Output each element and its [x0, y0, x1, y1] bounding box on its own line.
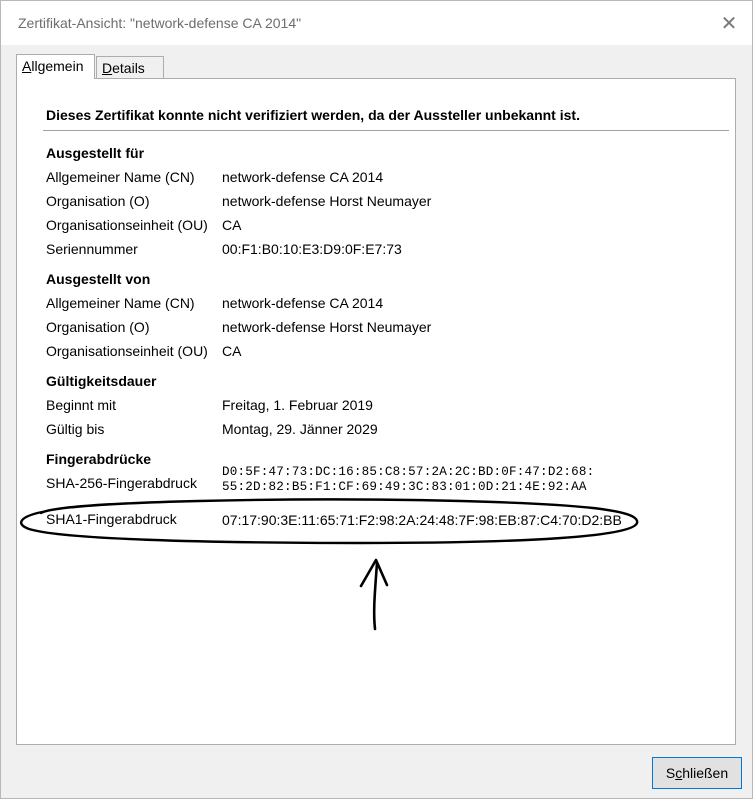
tab-details-accesskey: D	[102, 60, 113, 76]
issued-by-ou-label: Organisationseinheit (OU)	[46, 343, 208, 359]
close-button-label-rest: hließen	[682, 765, 729, 781]
sha1-label: SHA1-Fingerabdruck	[46, 511, 177, 527]
issued-by-heading: Ausgestellt von	[46, 271, 151, 287]
issued-by-o-value: network-defense Horst Neumayer	[222, 319, 432, 335]
general-tab-panel: Dieses Zertifikat konnte nicht verifizie…	[16, 78, 736, 745]
issued-to-ou-value: CA	[222, 217, 242, 233]
tab-details-label: etails	[112, 60, 145, 76]
issued-to-cn-label: Allgemeiner Name (CN)	[46, 169, 195, 185]
serial-number-label: Seriennummer	[46, 241, 138, 257]
issued-by-ou-value: CA	[222, 343, 242, 359]
sha1-value: 07:17:90:3E:11:65:71:F2:98:2A:24:48:7F:9…	[222, 512, 622, 528]
certificate-details: Dieses Zertifikat konnte nicht verifizie…	[17, 79, 737, 746]
tab-allgemein[interactable]: Allgemein	[16, 54, 95, 79]
close-button-accesskey: c	[675, 765, 683, 781]
valid-until-label: Gültig bis	[46, 421, 105, 437]
close-dialog-button[interactable]: Sc hließen	[652, 757, 742, 789]
sha256-label: SHA-256-Fingerabdruck	[46, 475, 197, 491]
window-close-button[interactable]: ✕	[706, 1, 752, 45]
serial-number-value: 00:F1:B0:10:E3:D9:0F:E7:73	[222, 241, 402, 257]
valid-from-value: Freitag, 1. Februar 2019	[222, 397, 373, 413]
issued-to-heading: Ausgestellt für	[46, 145, 145, 161]
sha256-value-line1: D0:5F:47:73:DC:16:85:C8:57:2A:2C:BD:0F:4…	[222, 465, 595, 479]
issued-by-cn-value: network-defense CA 2014	[222, 295, 384, 311]
issued-to-ou-label: Organisationseinheit (OU)	[46, 217, 208, 233]
sha256-value-line2: 55:2D:82:B5:F1:CF:69:49:3C:83:01:0D:21:4…	[222, 480, 587, 494]
issued-by-o-label: Organisation (O)	[46, 319, 150, 335]
verification-warning: Dieses Zertifikat konnte nicht verifizie…	[46, 107, 580, 123]
tab-allgemein-label: llgemein	[31, 58, 84, 74]
issued-to-cn-value: network-defense CA 2014	[222, 169, 384, 185]
divider	[43, 130, 729, 131]
window-title: Zertifikat-Ansicht: "network-defense CA …	[18, 15, 302, 31]
certificate-viewer-window: Zertifikat-Ansicht: "network-defense CA …	[0, 0, 753, 799]
valid-from-label: Beginnt mit	[46, 397, 117, 413]
valid-until-value: Montag, 29. Jänner 2029	[222, 421, 378, 437]
issued-to-o-label: Organisation (O)	[46, 193, 150, 209]
close-icon: ✕	[720, 12, 738, 35]
issued-to-o-value: network-defense Horst Neumayer	[222, 193, 432, 209]
tab-allgemein-accesskey: A	[22, 58, 32, 74]
fingerprints-heading: Fingerabdrücke	[46, 451, 152, 467]
close-button-label-pre: S	[665, 765, 676, 781]
tab-details[interactable]: Details	[96, 56, 164, 79]
validity-heading: Gültigkeitsdauer	[46, 373, 157, 389]
issued-by-cn-label: Allgemeiner Name (CN)	[46, 295, 195, 311]
title-bar: Zertifikat-Ansicht: "network-defense CA …	[1, 1, 752, 45]
